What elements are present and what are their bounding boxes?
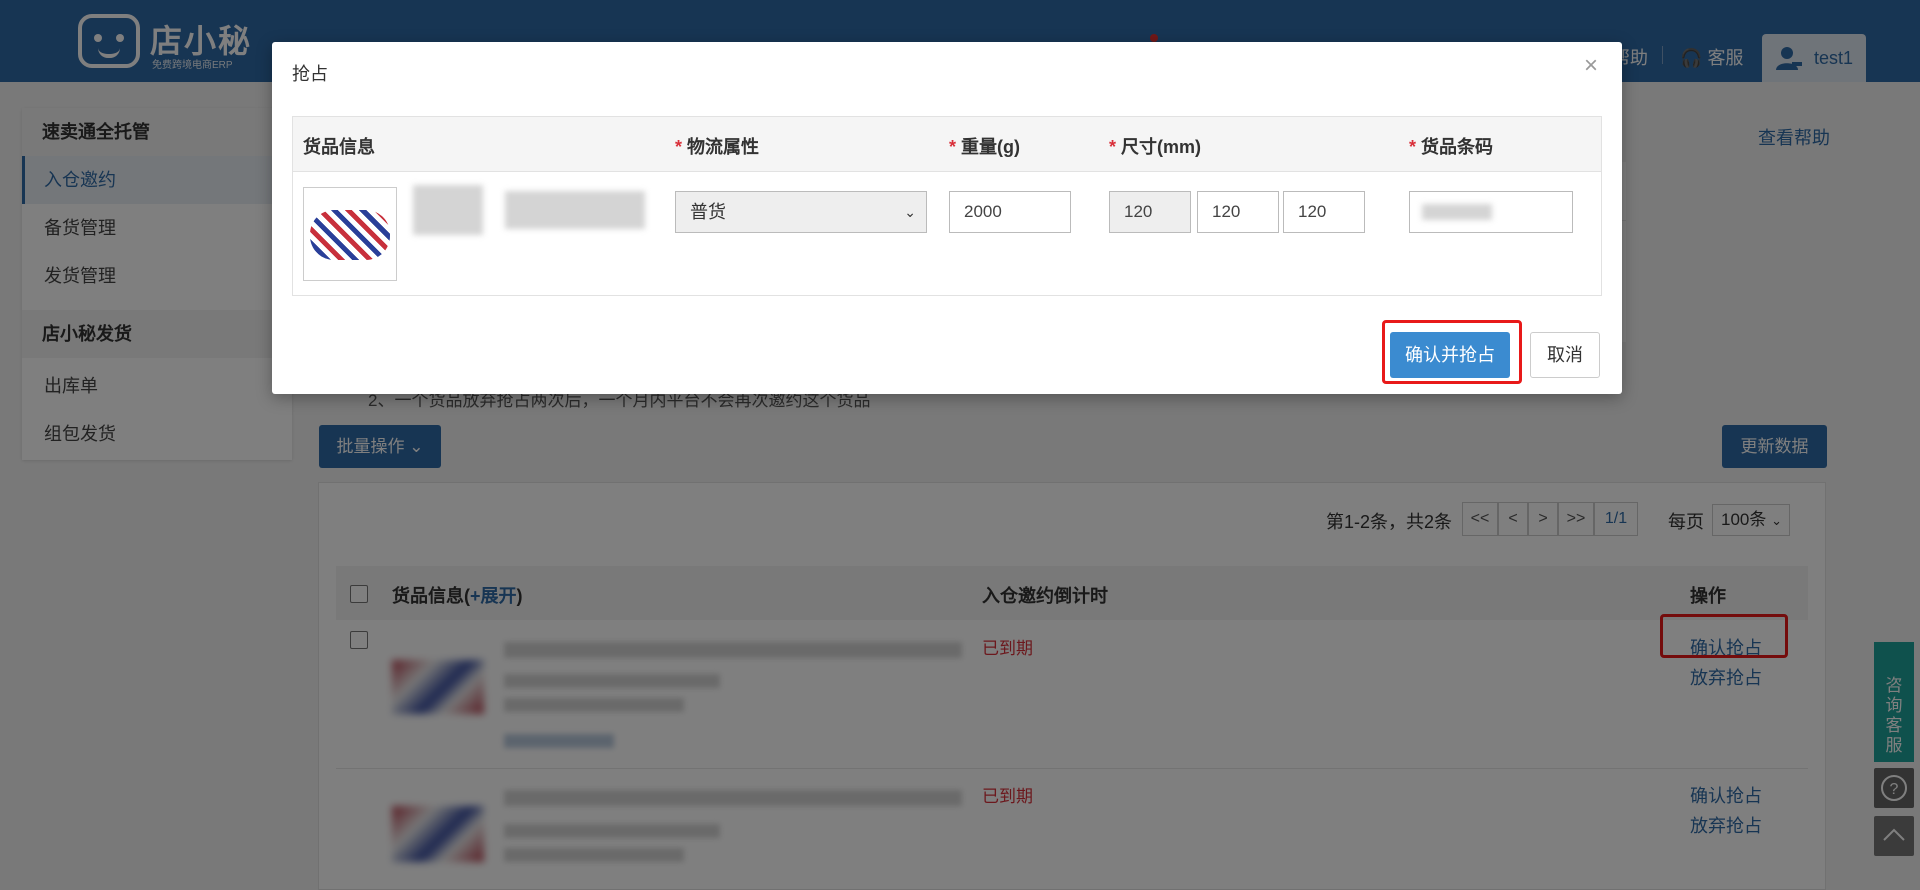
highlight-box [1382,320,1522,384]
weight-input[interactable]: 2000 [949,191,1071,233]
product-image [303,187,397,281]
size-width-input[interactable]: 120 [1197,191,1279,233]
close-icon[interactable]: × [1584,52,1598,80]
header-info: 货品信息 [303,137,375,157]
header-logistics: * 物流属性 [675,137,760,157]
size-height-input[interactable]: 120 [1283,191,1365,233]
logistics-value: 普货 [690,202,726,222]
modal-table-header: 货品信息 * 物流属性 * 重量(g) * 尺寸(mm) * 货品条码 [293,117,1601,172]
chevron-down-icon: ⌄ [904,204,916,220]
modal-title: 抢占 [292,64,328,84]
blurred-product-sku [505,191,645,229]
occupy-modal: 抢占 × 货品信息 * 物流属性 * 重量(g) * 尺寸(mm) * 货品条码… [272,42,1622,394]
header-size: * 尺寸(mm) [1109,137,1202,157]
header-weight: * 重量(g) [949,137,1021,157]
header-barcode: * 货品条码 [1409,137,1494,157]
cancel-button[interactable]: 取消 [1530,332,1600,378]
blurred-barcode [1422,204,1492,220]
size-length-input[interactable]: 120 [1109,191,1191,233]
logistics-select[interactable]: 普货 ⌄ [675,191,927,233]
blurred-product-title [413,185,483,235]
modal-product-table: 货品信息 * 物流属性 * 重量(g) * 尺寸(mm) * 货品条码 普货 ⌄… [292,116,1602,296]
barcode-input[interactable] [1409,191,1573,233]
